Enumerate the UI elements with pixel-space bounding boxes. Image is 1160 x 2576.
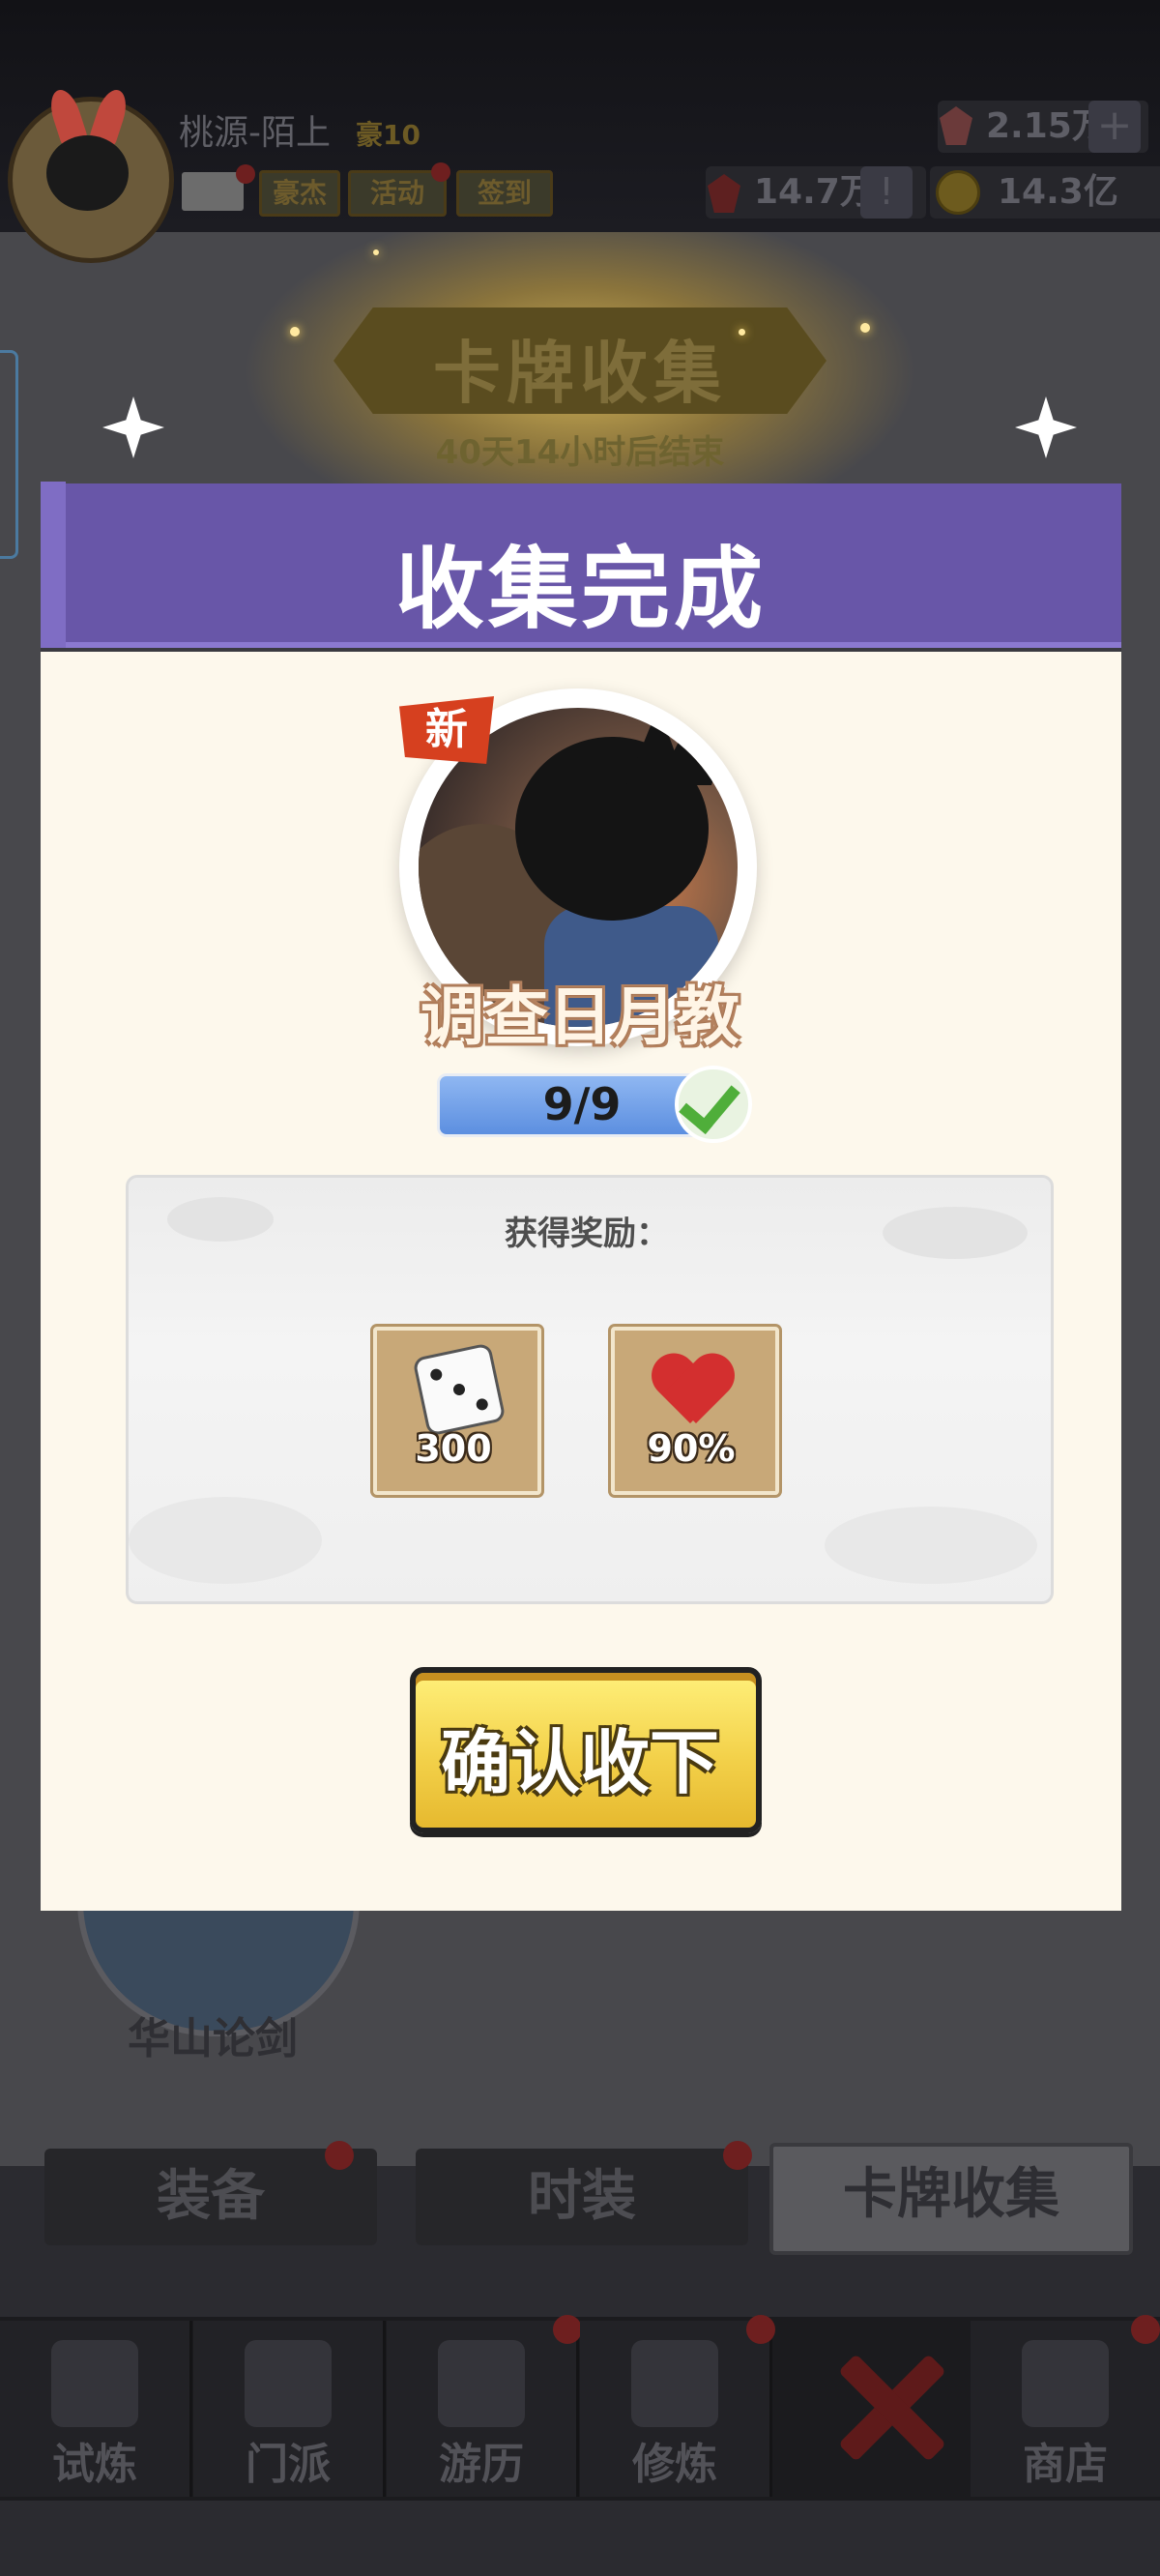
event-title: 卡牌收集 bbox=[433, 334, 727, 413]
nav-shop-label: 商店 bbox=[1023, 2440, 1108, 2489]
token-info-button[interactable]: ! bbox=[860, 166, 913, 219]
avatar-face bbox=[46, 135, 129, 211]
gold-amount: 14.3亿 bbox=[998, 172, 1118, 212]
sparkle-dot bbox=[860, 323, 870, 333]
checkin-button[interactable]: 签到 bbox=[456, 170, 553, 217]
trial-icon bbox=[51, 2340, 138, 2427]
reward-heart-value: 90% bbox=[647, 1427, 736, 1470]
dice-pip bbox=[475, 1397, 489, 1412]
player-rank: 豪10 bbox=[356, 119, 420, 151]
shop-icon bbox=[1022, 2340, 1109, 2427]
modal-title: 收集完成 bbox=[394, 538, 767, 641]
reward-title: 获得奖励： bbox=[505, 1215, 669, 1253]
dice-pip bbox=[451, 1382, 467, 1397]
notification-dot bbox=[553, 2315, 582, 2344]
coin-icon bbox=[936, 170, 980, 215]
token-amount: 14.7万 bbox=[754, 172, 875, 212]
heart-icon bbox=[652, 1356, 733, 1433]
add-gems-button[interactable]: + bbox=[1088, 101, 1141, 153]
notification-dot bbox=[431, 162, 450, 182]
mountain-icon bbox=[438, 2340, 525, 2427]
new-badge: 新 bbox=[399, 696, 494, 764]
dice-icon bbox=[412, 1342, 507, 1437]
notification-dot bbox=[325, 2141, 354, 2170]
notification-dot bbox=[236, 164, 255, 184]
nav-travel-label: 游历 bbox=[439, 2440, 524, 2489]
tab-outfits[interactable]: 时装 bbox=[416, 2149, 748, 2245]
player-name: 桃源-陌上 bbox=[179, 113, 331, 153]
tab-card-collection[interactable]: 卡牌收集 bbox=[769, 2143, 1133, 2255]
mail-icon[interactable] bbox=[182, 172, 244, 211]
event-countdown: 40天14小时后结束 bbox=[435, 433, 725, 472]
notification-dot bbox=[723, 2141, 752, 2170]
notification-dot bbox=[746, 2315, 775, 2344]
side-tab[interactable] bbox=[0, 350, 18, 559]
dice-pip bbox=[429, 1367, 444, 1382]
confirm-button-label[interactable]: 确认收下 bbox=[410, 1706, 750, 1807]
hero-button[interactable]: 豪杰 bbox=[259, 170, 340, 217]
nav-sect-label: 门派 bbox=[246, 2440, 331, 2489]
close-icon[interactable] bbox=[831, 2350, 947, 2466]
sparkle-dot bbox=[739, 329, 745, 336]
reward-dice-value: 300 bbox=[415, 1427, 492, 1470]
notification-dot bbox=[1131, 2315, 1160, 2344]
cloud-decoration bbox=[825, 1507, 1037, 1584]
sparkle-dot bbox=[373, 249, 379, 255]
cloud-decoration bbox=[129, 1497, 322, 1584]
book-icon bbox=[631, 2340, 718, 2427]
nav-trial-label: 试炼 bbox=[52, 2440, 137, 2489]
temple-icon bbox=[245, 2340, 332, 2427]
sparkle-dot bbox=[290, 327, 300, 337]
huashan-label: 华山论剑 bbox=[128, 2014, 298, 2064]
card-name: 调查日月教 bbox=[420, 980, 740, 1054]
nav-cultivate-label: 修炼 bbox=[632, 2440, 717, 2489]
